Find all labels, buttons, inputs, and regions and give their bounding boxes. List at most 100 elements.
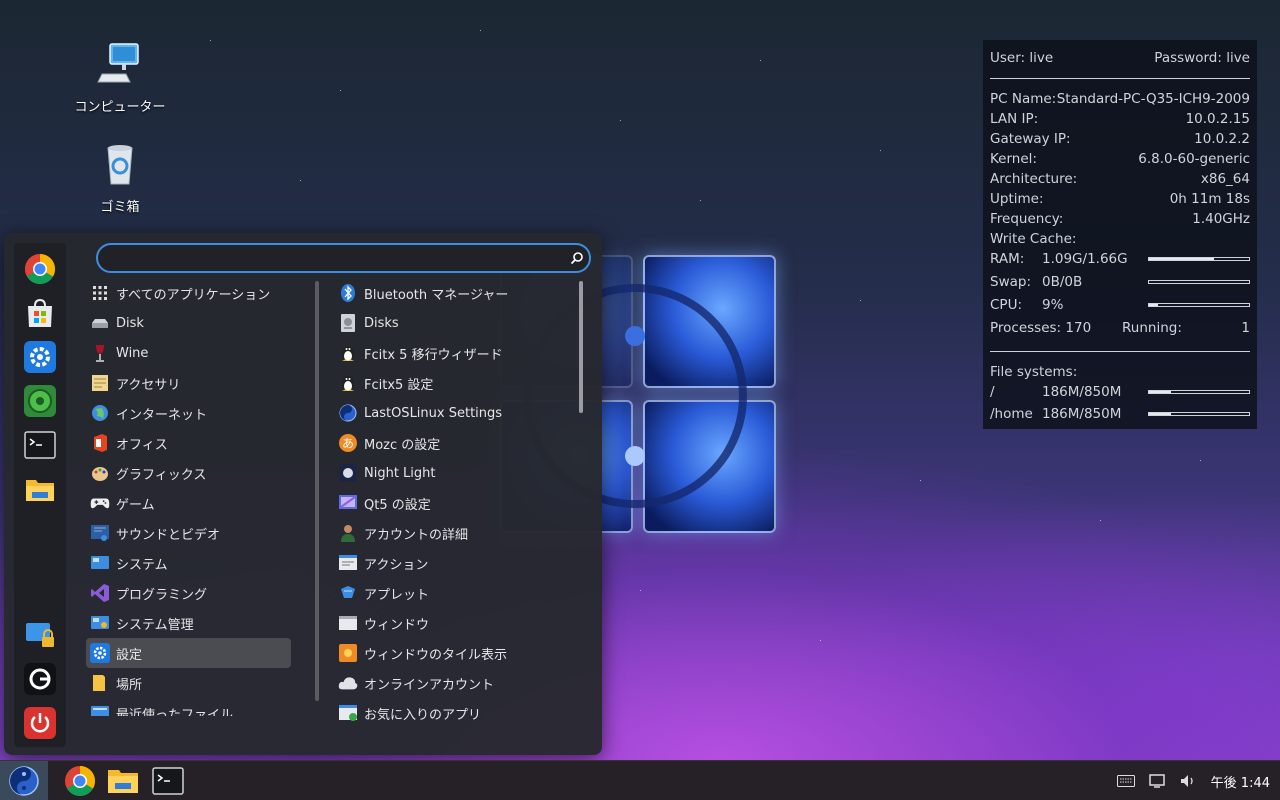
logout-icon[interactable] — [24, 663, 56, 695]
disks-icon — [338, 313, 358, 333]
recent-icon — [90, 703, 110, 716]
category-item[interactable]: プログラミング — [86, 578, 291, 608]
app-item[interactable]: ウィンドウ — [334, 608, 579, 638]
app-item[interactable]: LastOSLinux Settings — [334, 398, 579, 428]
category-item[interactable]: Disk — [86, 308, 291, 338]
app-item[interactable]: Bluetooth マネージャー — [334, 278, 579, 308]
app-item-label: Mozc の設定 — [364, 437, 441, 453]
computer-icon — [97, 43, 139, 83]
application-menu: すべてのアプリケーション Disk Wine アクセサリ インターネットオフィスグラフィ… — [4, 233, 602, 755]
app-item[interactable]: Night Light — [334, 458, 579, 488]
fs-home-label: /home — [990, 406, 1033, 422]
category-item[interactable]: インターネット — [86, 398, 291, 428]
night-light-icon — [338, 463, 358, 483]
start-logo-icon — [9, 766, 39, 796]
admin-icon — [90, 613, 110, 633]
app-item-label: Qt5 の設定 — [364, 497, 431, 513]
taskbar-file-manager-icon[interactable] — [106, 765, 140, 797]
app-item[interactable]: あ Mozc の設定 — [334, 428, 579, 458]
file-systems-label: File systems: — [990, 364, 1078, 380]
desktop-icon-computer-label: コンピューター — [74, 100, 166, 115]
running-value: 1 — [1241, 320, 1250, 336]
keyboard-icon[interactable] — [1116, 775, 1135, 787]
tux-icon — [338, 343, 358, 363]
app-item[interactable]: ウィンドウのタイル表示 — [334, 638, 579, 668]
category-item[interactable]: 設定 — [86, 638, 291, 668]
app-item[interactable]: お気に入りのアプリ — [334, 698, 579, 728]
category-item-label: Disk — [116, 315, 144, 331]
category-item-label: オフィス — [116, 437, 168, 453]
category-item[interactable]: 場所 — [86, 668, 291, 698]
divider — [990, 351, 1250, 352]
taskbar-terminal-icon[interactable] — [151, 765, 185, 797]
app-item[interactable]: アプレット — [334, 578, 579, 608]
graphics-icon — [90, 463, 110, 483]
category-item[interactable]: グラフィックス — [86, 458, 291, 488]
column-divider — [315, 281, 319, 701]
app-item-label: LastOSLinux Settings — [364, 405, 503, 421]
kernel-label: Kernel: — [990, 151, 1037, 167]
arch-label: Architecture: — [990, 171, 1078, 187]
fs-root-label: / — [990, 384, 995, 400]
cpu-bar — [1148, 303, 1250, 307]
category-item[interactable]: すべてのアプリケーション — [86, 278, 291, 308]
search-input[interactable] — [96, 243, 591, 273]
category-item[interactable]: Wine — [86, 338, 291, 368]
processes-value: 170 — [1065, 320, 1092, 336]
store-icon[interactable] — [24, 297, 56, 329]
category-list: すべてのアプリケーション Disk Wine アクセサリ インターネットオフィスグラフィ… — [86, 278, 291, 716]
network-icon[interactable] — [1148, 773, 1165, 789]
disk-utility-icon[interactable] — [24, 385, 56, 417]
settings-gear-icon[interactable] — [24, 341, 56, 373]
category-item-label: グラフィックス — [116, 467, 207, 483]
app-item-label: アクション — [364, 557, 429, 573]
app-item[interactable]: Fcitx 5 移行ウィザード — [334, 338, 579, 368]
category-item-label: 設定 — [116, 647, 143, 663]
office-icon — [90, 433, 110, 453]
ram-label: RAM: — [990, 251, 1025, 267]
app-item-label: ウィンドウのタイル表示 — [364, 647, 508, 663]
category-item[interactable]: システム — [86, 548, 291, 578]
category-item[interactable]: システム管理 — [86, 608, 291, 638]
category-item[interactable]: オフィス — [86, 428, 291, 458]
app-item[interactable]: オンラインアカウント — [334, 668, 579, 698]
category-item-label: サウンドとビデオ — [116, 527, 221, 543]
search-icon[interactable] — [570, 251, 584, 265]
start-button[interactable] — [0, 761, 48, 800]
gamepad-icon — [90, 493, 110, 513]
gear-icon — [90, 643, 110, 663]
app-item[interactable]: Disks — [334, 308, 579, 338]
category-item-label: ゲーム — [116, 497, 155, 513]
power-icon[interactable] — [24, 707, 56, 739]
app-item[interactable]: アカウントの詳細 — [334, 518, 579, 548]
system-monitor-panel: User: live Password: live PC Name: Standar… — [983, 40, 1257, 429]
processes-label: Processes: — [990, 320, 1062, 336]
file-manager-icon[interactable] — [24, 473, 56, 505]
uptime-value: 0h 11m 18s — [1169, 191, 1250, 207]
taskbar: 午後 1:44 — [0, 760, 1280, 800]
desktop-icon-trash[interactable]: ゴミ箱 — [70, 140, 170, 215]
trash-icon — [107, 145, 133, 185]
category-item[interactable]: サウンドとビデオ — [86, 518, 291, 548]
category-item[interactable]: 最近使ったファイル — [86, 698, 291, 716]
app-item[interactable]: アクション — [334, 548, 579, 578]
clock[interactable]: 午後 1:44 — [1211, 772, 1270, 791]
app-item[interactable]: Qt5 の設定 — [334, 488, 579, 518]
desktop-icon-computer[interactable]: コンピューター — [70, 40, 170, 115]
fs-root-value: 186M/850M — [1042, 384, 1122, 400]
favorite-apps-icon — [338, 703, 358, 723]
app-item[interactable]: Fcitx5 設定 — [334, 368, 579, 398]
app-item-label: Night Light — [364, 465, 436, 481]
disk-icon — [90, 313, 110, 333]
volume-icon[interactable] — [1179, 773, 1197, 789]
swap-bar — [1148, 280, 1250, 284]
category-item[interactable]: アクセサリ — [86, 368, 291, 398]
chrome-icon[interactable] — [24, 253, 56, 285]
lock-screen-icon[interactable] — [24, 619, 56, 651]
taskbar-chrome-icon[interactable] — [63, 765, 97, 797]
ram-bar — [1148, 257, 1250, 261]
terminal-icon[interactable] — [24, 429, 56, 461]
category-item[interactable]: ゲーム — [86, 488, 291, 518]
scrollbar[interactable] — [579, 281, 583, 413]
app-item-label: Fcitx5 設定 — [364, 377, 434, 393]
